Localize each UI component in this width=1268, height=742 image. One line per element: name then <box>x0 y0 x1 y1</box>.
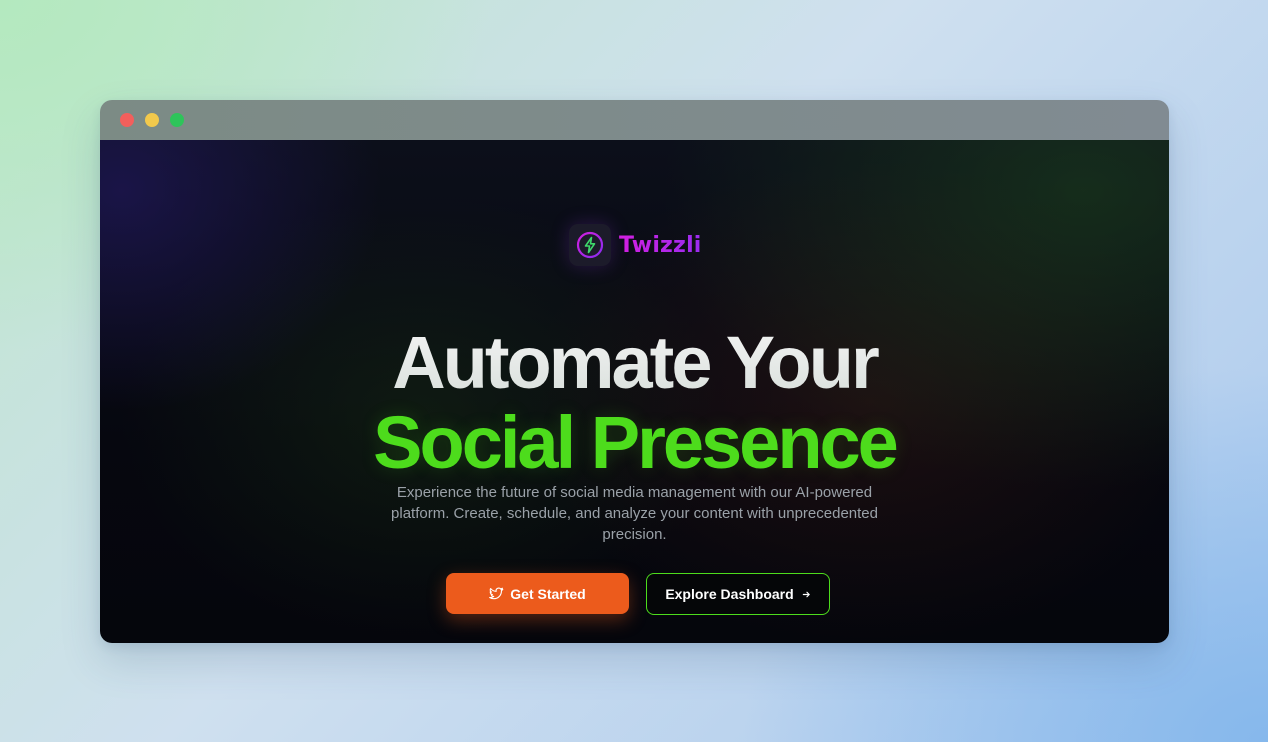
minimize-window-button[interactable] <box>145 113 159 127</box>
hero-headline-line1: Automate Your <box>100 322 1169 404</box>
get-started-label: Get Started <box>510 585 586 602</box>
lightning-bolt-icon <box>569 224 611 266</box>
brand-name: Twizzli <box>619 232 702 258</box>
explore-dashboard-button[interactable]: Explore Dashboard <box>646 573 830 615</box>
close-window-button[interactable] <box>120 113 134 127</box>
brand-logo[interactable]: Twizzli <box>569 224 702 266</box>
hero-section: Twizzli Automate Your Social Presence Ex… <box>100 140 1169 643</box>
get-started-button[interactable]: Get Started <box>446 573 629 614</box>
window-titlebar <box>100 100 1169 140</box>
explore-dashboard-label: Explore Dashboard <box>665 586 794 602</box>
browser-window: Twizzli Automate Your Social Presence Ex… <box>100 100 1169 643</box>
maximize-window-button[interactable] <box>170 113 184 127</box>
hero-headline-line2: Social Presence <box>373 401 899 484</box>
arrow-right-icon <box>802 590 811 599</box>
twitter-bird-icon <box>489 587 504 601</box>
hero-subtitle: Experience the future of social media ma… <box>391 484 878 543</box>
